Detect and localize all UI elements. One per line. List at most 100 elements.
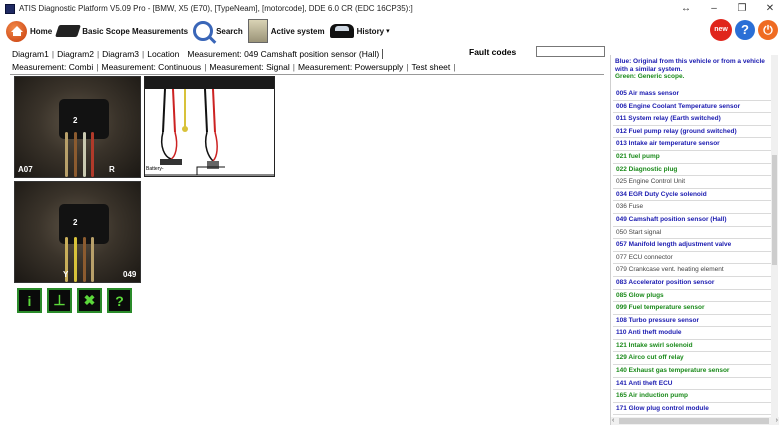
list-item[interactable]: 049 Camshaft position sensor (Hall) <box>613 214 777 227</box>
list-item[interactable]: 110 Anti theft module <box>613 327 777 340</box>
tab-measurement-powersupply[interactable]: Measurement: Powersupply <box>296 62 405 72</box>
close-button[interactable]: ✕ <box>756 0 784 17</box>
list-item[interactable]: 022 Diagnostic plug <box>613 164 777 177</box>
measurement-list-panel: Blue: Original from this vehicle or from… <box>610 55 779 425</box>
list-item[interactable]: 013 Intake air temperature sensor <box>613 138 777 151</box>
list-item[interactable]: 025 Engine Control Unit <box>613 176 777 189</box>
list-item[interactable]: 079 Crankcase vent. heating element <box>613 264 777 277</box>
test-lead-diagram[interactable]: Battery- <box>144 76 275 177</box>
tab-measurement-title[interactable]: Measurement: 049 Camshaft position senso… <box>185 48 384 59</box>
tab-measurement-combi[interactable]: Measurement: Combi <box>10 62 95 72</box>
window-title: ATIS Diagnostic Platform V5.09 Pro - [BM… <box>19 4 413 13</box>
legend-blue-text: Blue: Original from this vehicle or from… <box>615 58 765 73</box>
horizontal-scrollbar[interactable]: ‹ › <box>611 417 779 425</box>
list-item[interactable]: 141 Anti theft ECU <box>613 378 777 391</box>
wire <box>82 132 86 177</box>
list-item[interactable]: 011 System relay (Earth switched) <box>613 113 777 126</box>
tab-diagram3[interactable]: Diagram3 <box>100 49 141 59</box>
minimize-button[interactable]: – <box>700 0 728 17</box>
measurement-content: 2 A07 R Battery- 2 Y 049 i ⊥ ✖ ? <box>10 75 604 425</box>
photo-code-label: A07 <box>18 165 33 174</box>
color-legend: Blue: Original from this vehicle or from… <box>611 55 779 87</box>
active-system-icon <box>247 19 268 43</box>
toolbar-right: new ? ⏻ <box>710 19 778 41</box>
list-item[interactable]: 077 ECU connector <box>613 252 777 265</box>
tab-location[interactable]: Location <box>145 49 181 59</box>
list-item[interactable]: 121 Intake swirl solenoid <box>613 340 777 353</box>
power-icon[interactable]: ⏻ <box>758 20 778 40</box>
car-icon <box>329 24 354 38</box>
wire <box>73 237 77 282</box>
tab-measurement-signal[interactable]: Measurement: Signal <box>207 62 291 72</box>
waveform-icon[interactable]: ⊥ <box>47 288 72 313</box>
restore-size-icon[interactable]: ↔ <box>672 0 700 17</box>
list-item[interactable]: 129 Airco cut off relay <box>613 352 777 366</box>
measurement-tabs: Measurement: Combi | Measurement: Continu… <box>10 62 456 72</box>
home-label: Home <box>30 26 53 36</box>
wire-color-label: Y <box>63 270 69 279</box>
list-item[interactable]: 085 Glow plugs <box>613 290 777 303</box>
info-glyph: i <box>27 292 32 309</box>
history-button[interactable]: History ▾ <box>329 18 390 44</box>
pin-number-label: 2 <box>73 218 78 227</box>
connector-photo-top[interactable]: 2 A07 R <box>14 76 141 178</box>
list-item[interactable]: 140 Exhaust gas temperature sensor <box>613 365 777 378</box>
scroll-right-icon[interactable]: › <box>776 417 778 425</box>
help-glyph: ? <box>115 292 124 309</box>
list-item[interactable]: 034 EGR Duty Cycle solenoid <box>613 189 777 202</box>
help-icon[interactable]: ? <box>107 288 132 313</box>
list-item[interactable]: 006 Engine Coolant Temperature sensor <box>613 101 777 114</box>
list-item[interactable]: 057 Manifold length adjustment valve <box>613 239 777 252</box>
connector-photo-bottom[interactable]: 2 Y 049 <box>14 181 141 283</box>
search-button[interactable]: Search <box>193 18 243 44</box>
list-item[interactable]: 021 fuel pump <box>613 151 777 164</box>
sensor-code-label: 049 <box>123 270 137 279</box>
home-button[interactable]: Home <box>0 18 52 44</box>
scroll-left-icon[interactable]: ‹ <box>612 417 614 425</box>
wire <box>91 237 95 282</box>
scope-icon <box>55 25 82 37</box>
app-icon <box>5 3 15 14</box>
basic-scope-button[interactable]: Basic Scope Measurements <box>55 18 189 44</box>
toolbar: Home Basic Scope Measurements Search Act… <box>0 17 784 45</box>
tab-diagram1[interactable]: Diagram1 <box>10 49 51 59</box>
list-item[interactable]: 005 Air mass sensor <box>613 88 777 101</box>
list-item[interactable]: 171 Glow plug control module <box>613 403 777 416</box>
help-icon[interactable]: ? <box>735 20 755 40</box>
scroll-thumb[interactable] <box>619 418 769 424</box>
test-lead-drawing <box>145 77 274 176</box>
list-item[interactable]: 165 Air induction pump <box>613 390 777 403</box>
pin-number-label: 2 <box>73 116 78 125</box>
list-item[interactable]: 099 Fuel temperature sensor <box>613 302 777 315</box>
wire <box>65 132 68 177</box>
battery-label: Battery- <box>146 166 164 172</box>
waveform-glyph: ⊥ <box>53 292 66 308</box>
tab-test-sheet[interactable]: Test sheet <box>410 62 453 72</box>
new-badge[interactable]: new <box>710 19 732 41</box>
tools-glyph: ✖ <box>83 292 96 308</box>
tab-diagram2[interactable]: Diagram2 <box>55 49 96 59</box>
wire-color-label: R <box>109 165 115 174</box>
info-icon[interactable]: i <box>17 288 42 313</box>
diagram-tabs: Diagram1 | Diagram2 | Diagram3 | Location M… <box>10 47 384 60</box>
tab-measurement-continuous[interactable]: Measurement: Continuous <box>99 62 203 72</box>
active-system-button[interactable]: Active system <box>247 18 325 44</box>
list-item[interactable]: 036 Fuse <box>613 201 777 214</box>
list-item[interactable]: 108 Turbo pressure sensor <box>613 315 777 328</box>
vertical-scrollbar[interactable] <box>771 55 778 417</box>
tools-icon[interactable]: ✖ <box>77 288 102 313</box>
wire <box>82 237 86 282</box>
wire <box>91 132 95 177</box>
fault-codes-field[interactable] <box>536 46 605 57</box>
search-icon <box>193 21 214 41</box>
maximize-button[interactable]: ❐ <box>728 0 756 17</box>
wire <box>73 132 77 177</box>
scroll-thumb[interactable] <box>772 155 777 265</box>
basic-scope-label: Basic Scope Measurements <box>82 26 189 36</box>
active-system-label: Active system <box>270 26 325 36</box>
list-item[interactable]: 050 Start signal <box>613 227 777 240</box>
chevron-down-icon: ▾ <box>386 28 390 35</box>
title-bar: ATIS Diagnostic Platform V5.09 Pro - [BM… <box>0 0 784 17</box>
list-item[interactable]: 012 Fuel pump relay (ground switched) <box>613 126 777 139</box>
list-item[interactable]: 083 Accelerator position sensor <box>613 277 777 290</box>
